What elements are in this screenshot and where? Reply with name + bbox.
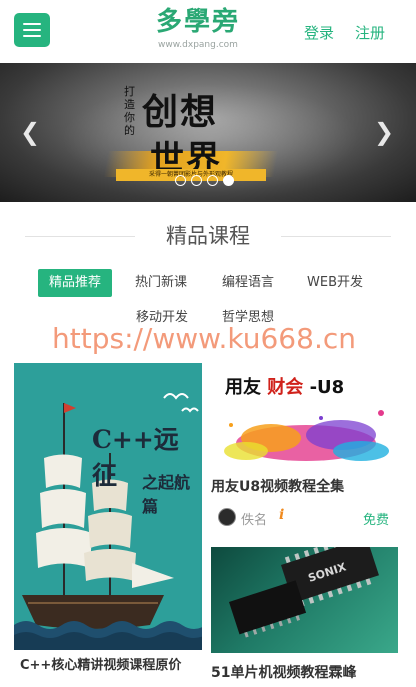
watermark-url: https://www.ku668.cn bbox=[52, 322, 356, 355]
course-card-mcu-thumbnail[interactable]: SONIX bbox=[211, 547, 398, 653]
course-price: 免费 bbox=[363, 513, 390, 528]
course-title-mcu[interactable]: 51单片机视频教程霖峰 bbox=[211, 662, 356, 682]
menu-bar-icon bbox=[23, 23, 41, 25]
hamburger-menu-button[interactable] bbox=[14, 13, 50, 47]
paint-splash-illustration bbox=[224, 410, 389, 461]
tab-programming-languages[interactable]: 编程语言 bbox=[211, 269, 285, 297]
tab-featured[interactable]: 精品推荐 bbox=[38, 269, 112, 297]
carousel-dot[interactable] bbox=[207, 175, 218, 186]
login-link[interactable]: 登录 bbox=[304, 22, 334, 43]
menu-bar-icon bbox=[23, 29, 41, 31]
register-link[interactable]: 注册 bbox=[355, 22, 385, 43]
logo-title: 多學旁 bbox=[155, 7, 240, 37]
thumbnail-subtitle: 之起航篇 bbox=[142, 473, 191, 516]
course-author: 佚名 bbox=[241, 513, 268, 528]
chip-illustration: SONIX bbox=[229, 547, 379, 638]
chevron-left-icon[interactable]: ❮ bbox=[20, 120, 40, 144]
carousel-dot[interactable] bbox=[191, 175, 202, 186]
info-icon[interactable]: i bbox=[279, 507, 284, 523]
course-card-ufida-thumbnail[interactable]: 用友 财会 -U8 bbox=[211, 363, 398, 469]
section-header: 精品课程 bbox=[0, 220, 416, 252]
menu-bar-icon bbox=[23, 35, 41, 37]
course-title-cpp[interactable]: C++核心精讲视频课程原价 bbox=[14, 650, 202, 687]
banner-carousel[interactable]: 打造你的 创想 世界 采得一朝菁团影片与外形观教程 ❮ ❯ bbox=[0, 63, 416, 202]
tab-web-development[interactable]: WEB开发 bbox=[298, 269, 372, 297]
banner-headline-line1: 创想 bbox=[142, 91, 219, 133]
divider bbox=[25, 236, 135, 237]
tab-hot-new[interactable]: 热门新课 bbox=[124, 269, 198, 297]
site-logo[interactable]: 多學旁 www.dxpang.com bbox=[150, 5, 246, 55]
carousel-dot-active[interactable] bbox=[223, 175, 234, 186]
carousel-dots bbox=[175, 175, 234, 187]
course-title-ufida[interactable]: 用友U8视频教程全集 bbox=[211, 476, 344, 496]
section-title: 精品课程 bbox=[166, 224, 250, 248]
author-avatar bbox=[218, 508, 236, 526]
logo-subtitle: www.dxpang.com bbox=[158, 40, 238, 50]
banner-vertical-text: 打造你的 bbox=[124, 85, 135, 137]
divider bbox=[281, 236, 391, 237]
chevron-right-icon[interactable]: ❯ bbox=[374, 120, 394, 144]
course-card-cpp-thumbnail[interactable]: C++远征 之起航篇 bbox=[14, 363, 202, 650]
header: 多學旁 www.dxpang.com 登录 注册 bbox=[0, 0, 416, 63]
carousel-dot[interactable] bbox=[175, 175, 186, 186]
